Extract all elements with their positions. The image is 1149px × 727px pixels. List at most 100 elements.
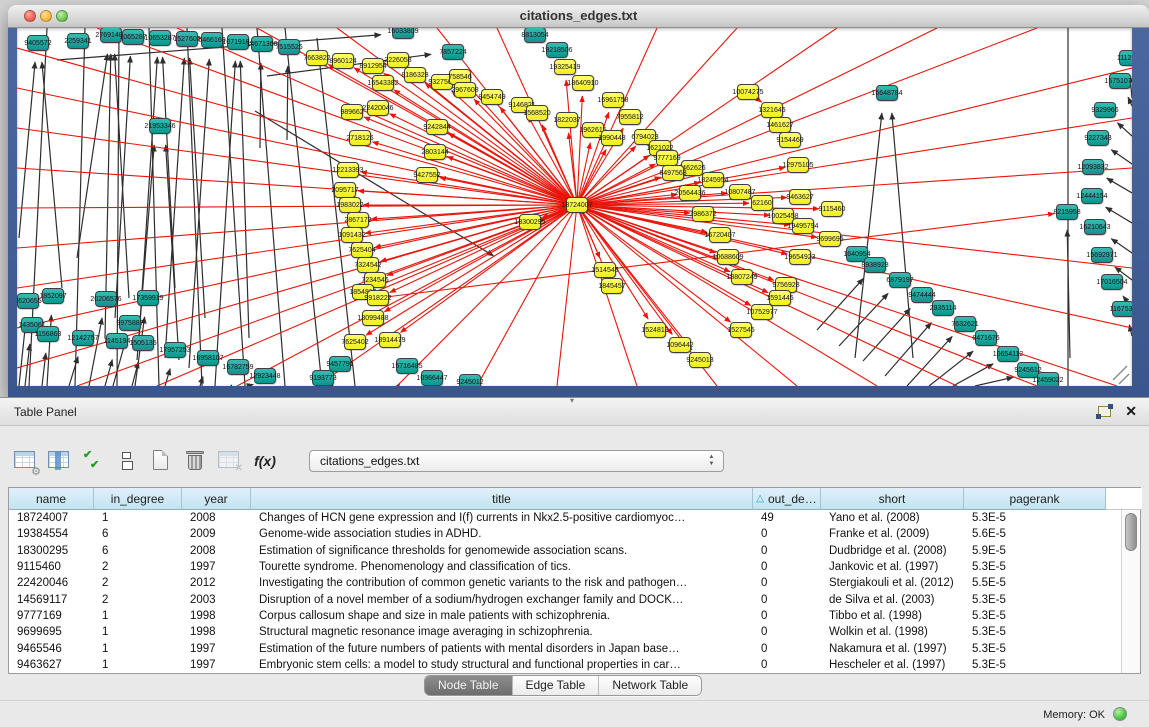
show-columns-icon[interactable] <box>46 447 73 475</box>
network-node[interactable]: 10807487 <box>729 184 751 200</box>
network-node[interactable]: 7632621 <box>954 316 976 332</box>
table-row[interactable]: 2242004622012Investigating the contribut… <box>9 575 1121 591</box>
network-node[interactable]: 12459022 <box>1037 372 1059 386</box>
network-node[interactable]: 18914479 <box>379 332 401 348</box>
network-node[interactable]: 2620655 <box>17 293 39 309</box>
network-node[interactable]: 7625404 <box>351 242 373 258</box>
float-panel-icon[interactable] <box>1098 406 1111 417</box>
network-node[interactable]: 15692971 <box>1091 247 1113 263</box>
network-node[interactable]: 6497568 <box>662 165 684 181</box>
table-row[interactable]: 977716911998Corpus callosum shape and si… <box>9 608 1121 624</box>
network-node[interactable]: 10688609 <box>717 249 739 265</box>
close-panel-icon[interactable]: ✕ <box>1125 403 1137 420</box>
network-node[interactable]: 8912954 <box>362 58 384 74</box>
network-node[interactable]: 1167533 <box>1112 301 1132 317</box>
network-node[interactable]: 9405572 <box>27 35 49 51</box>
network-node[interactable]: 18640910 <box>572 75 594 91</box>
table-settings-icon[interactable]: ⚙ <box>12 447 39 475</box>
table-selector-combo[interactable]: citations_edges.txt ▲▼ <box>309 450 724 472</box>
network-node[interactable]: 19218506 <box>546 42 568 58</box>
network-node[interactable]: 9457791 <box>329 356 351 372</box>
network-node[interactable]: 15716485 <box>396 358 418 374</box>
network-node[interactable]: 2226058 <box>387 52 409 68</box>
scrollbar-thumb[interactable] <box>1125 513 1137 551</box>
network-node[interactable]: 1321645 <box>761 102 783 118</box>
network-node[interactable]: 1568520 <box>526 105 548 121</box>
network-node[interactable]: 7515526 <box>278 39 300 55</box>
table-scrollbar[interactable] <box>1121 510 1140 673</box>
network-node[interactable]: 16543382 <box>372 75 394 91</box>
network-node[interactable]: 14671368 <box>251 36 273 52</box>
network-node[interactable]: 10074275 <box>737 84 759 100</box>
column-header-year[interactable]: year <box>182 488 251 510</box>
network-node[interactable]: 7986372 <box>692 206 714 222</box>
network-node[interactable]: 19495794 <box>792 218 814 234</box>
network-canvas[interactable]: 9405572225934127691406106528710653287152… <box>17 28 1132 386</box>
network-node[interactable]: 1524813 <box>644 322 666 338</box>
column-header-title[interactable]: title <box>251 488 753 510</box>
tab-node-table[interactable]: Node Table <box>425 676 513 695</box>
network-node[interactable]: 8471676 <box>975 330 997 346</box>
memory-status-icon[interactable] <box>1113 707 1127 721</box>
column-header-outde[interactable]: △out_de… <box>753 488 821 510</box>
function-builder-icon[interactable]: f(x) <box>250 447 280 475</box>
network-node[interactable]: 19325419 <box>554 59 576 75</box>
network-node[interactable]: 1112584 <box>1119 50 1132 66</box>
table-row[interactable]: 946554611997Estimation of the future num… <box>9 640 1121 656</box>
network-node[interactable]: 1145194 <box>106 333 128 349</box>
table-row[interactable]: 911546021997Tourette syndrome. Phenomeno… <box>9 559 1121 575</box>
column-header-indegree[interactable]: in_degree <box>94 488 182 510</box>
network-node[interactable]: 20564436 <box>679 185 701 201</box>
network-node[interactable]: 12975105 <box>787 157 809 173</box>
network-node[interactable]: 18724007 <box>566 197 588 213</box>
network-node[interactable]: 20206576 <box>95 291 117 307</box>
network-node[interactable]: 1514545 <box>594 262 616 278</box>
network-node[interactable]: 1065287 <box>122 29 144 45</box>
network-node[interactable]: 9154469 <box>779 132 801 148</box>
column-header-name[interactable]: name <box>9 488 94 510</box>
network-node[interactable]: 2935114 <box>932 300 954 316</box>
network-node[interactable]: 9329966 <box>1094 102 1116 118</box>
network-node[interactable]: 1527545 <box>730 322 752 338</box>
network-node[interactable]: 21953346 <box>149 118 171 134</box>
network-node[interactable]: 8938928 <box>864 257 886 273</box>
network-node[interactable]: 1845457 <box>601 278 623 294</box>
network-node[interactable]: 8215958 <box>1056 204 1078 220</box>
network-node[interactable]: 18099488 <box>362 310 384 326</box>
network-node[interactable]: 8454749 <box>481 89 503 105</box>
network-node[interactable]: 6466160 <box>201 32 223 48</box>
network-node[interactable]: 6879197 <box>889 272 911 288</box>
select-rows-icon[interactable]: ✔✔ <box>80 447 107 475</box>
network-node[interactable]: 62160 <box>751 195 773 211</box>
network-node[interactable]: 9245013 <box>689 352 711 368</box>
network-node[interactable]: 16958107 <box>197 350 219 366</box>
network-node[interactable]: 9227343 <box>1087 130 1109 146</box>
network-node[interactable]: 7324542 <box>357 257 379 273</box>
network-node[interactable]: 16210643 <box>1084 219 1106 235</box>
network-node[interactable]: 9242844 <box>426 119 448 135</box>
table-row[interactable]: 969969511998Structural magnetic resonanc… <box>9 624 1121 640</box>
window-titlebar[interactable]: citations_edges.txt <box>8 5 1149 28</box>
zoom-window-icon[interactable] <box>56 10 68 22</box>
network-node[interactable]: 7625402 <box>344 334 366 350</box>
network-node[interactable]: 1527602 <box>176 31 198 47</box>
delete-rows-trash-icon[interactable] <box>182 447 209 475</box>
panel-resize-handle[interactable]: ▾ <box>565 398 579 403</box>
network-node[interactable]: 2967608 <box>454 82 476 98</box>
table-row[interactable]: 1456911722003Disruption of a novel membe… <box>9 591 1121 607</box>
network-node[interactable]: 7955812 <box>619 109 641 125</box>
network-node[interactable]: 8813054 <box>524 28 546 43</box>
network-node[interactable]: 16033809 <box>392 28 414 39</box>
tab-edge-table[interactable]: Edge Table <box>513 676 600 695</box>
network-node[interactable]: 12213393 <box>337 162 359 178</box>
column-header-pagerank[interactable]: pagerank <box>964 488 1106 510</box>
network-node[interactable]: 10654112 <box>997 346 1019 362</box>
network-node[interactable]: 9427552 <box>416 167 438 183</box>
network-node[interactable]: 8186328 <box>404 67 426 83</box>
network-node[interactable]: 1091432 <box>341 227 363 243</box>
canvas-resize-grip[interactable] <box>1113 366 1129 384</box>
table-row[interactable]: 1938455462009Genome-wide association stu… <box>9 526 1121 542</box>
network-node[interactable]: 9918222 <box>367 290 389 306</box>
network-node[interactable]: 1822037 <box>556 112 578 128</box>
network-node[interactable]: 1461627 <box>769 117 791 133</box>
